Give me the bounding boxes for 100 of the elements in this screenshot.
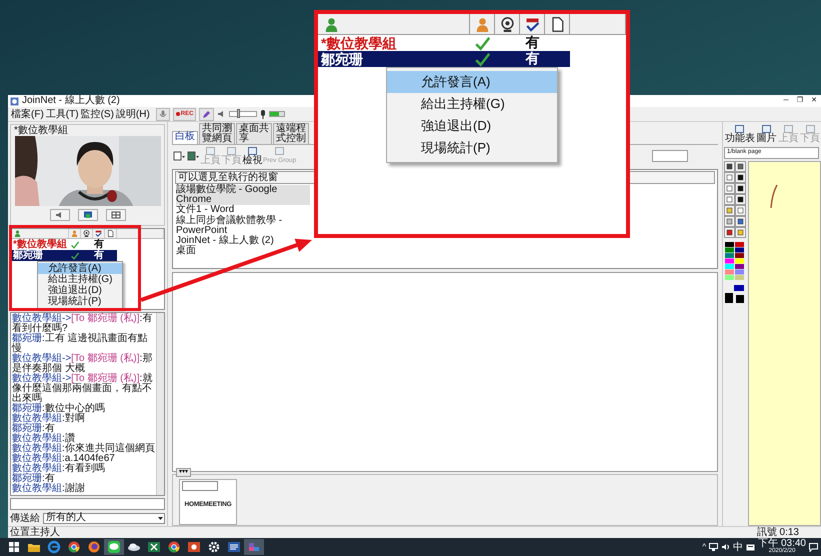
chat-icon[interactable] <box>104 539 124 555</box>
menu-item[interactable]: 允許發言(A) <box>38 263 122 274</box>
user-row[interactable]: *數位教學組 有 <box>318 35 570 51</box>
page-icon <box>173 151 185 161</box>
webcam-icon <box>500 16 514 32</box>
page-icon <box>782 124 794 134</box>
user-icon <box>474 16 490 32</box>
menu-item[interactable]: 現場統計(P) <box>387 137 557 159</box>
poll-icon <box>95 230 102 237</box>
toolbar-button[interactable]: 檢視 <box>242 146 263 166</box>
poll-icon <box>524 16 540 32</box>
page-icon <box>734 124 746 134</box>
list-item[interactable]: 該場數位學院 - Google Chrome <box>176 185 310 206</box>
chat-message: 鄒宛珊:數位中心的嗎 <box>12 404 106 414</box>
list-item[interactable]: 線上同步會議軟體教學 - PowerPoint <box>176 216 310 236</box>
caret-icon <box>157 515 164 521</box>
monitor-icon <box>82 211 92 219</box>
list-item[interactable]: 桌面 <box>176 246 196 256</box>
tab[interactable]: 桌面共享 <box>236 123 272 144</box>
scrollbar[interactable] <box>156 313 164 495</box>
volume-slider[interactable] <box>229 111 258 117</box>
message-input[interactable] <box>10 498 165 510</box>
monitor-button[interactable] <box>78 209 98 221</box>
image-icon <box>187 151 199 161</box>
menu-item[interactable]: 強迫退出(D) <box>387 115 557 137</box>
chat-message: 數位教學組:a.1404fe67 <box>12 454 116 464</box>
image-button[interactable] <box>186 150 200 162</box>
pen-button[interactable] <box>199 108 214 120</box>
pen-stroke <box>769 184 779 210</box>
send-to-label: 傳送給 <box>10 512 40 524</box>
tab[interactable]: 白板 <box>172 131 198 144</box>
microphone-button[interactable] <box>156 108 170 120</box>
drawing-tools-palette[interactable] <box>724 161 746 238</box>
page-icon <box>226 146 237 156</box>
status-text: 位置主持人 <box>10 527 60 538</box>
window-title: JoinNet - 線上人數 (2) <box>22 95 120 107</box>
page-icon <box>247 146 258 156</box>
page-dropdown[interactable] <box>182 481 218 491</box>
tab[interactable]: 遠端程式控制 <box>273 123 309 144</box>
document-icon <box>550 16 564 32</box>
chat-message: 數位教學組->[To 鄒宛珊 (私)]:那是伴奏那個 大概 <box>12 354 154 374</box>
menu-item[interactable]: 強迫退出(D) <box>38 285 122 296</box>
tab[interactable]: 共同瀏覽網頁 <box>199 123 235 144</box>
recipient-dropdown[interactable]: 所有的人 <box>43 512 165 524</box>
toolbar-button[interactable]: 圖片 <box>756 124 778 144</box>
webcam-icon <box>83 230 90 237</box>
status-text: 有 <box>526 35 540 51</box>
color-palette[interactable] <box>724 242 746 281</box>
user-name: 鄒宛珊 <box>320 51 364 67</box>
status-text: 有 <box>94 239 104 250</box>
status-text: 有 <box>94 250 104 261</box>
page-icon <box>761 124 772 134</box>
page-icon <box>804 124 816 134</box>
status-text: 訊號 0:13 <box>756 527 799 538</box>
user-row[interactable]: 鄒宛珊 有 <box>11 250 117 261</box>
user-icon <box>71 230 78 237</box>
speaker-button[interactable] <box>50 209 70 221</box>
tray-chevron[interactable]: ^ <box>702 542 706 552</box>
status-text: 有 <box>526 51 540 67</box>
user-name: *數位教學組 <box>12 239 68 250</box>
chat-message: 數位教學組:你來進共同這個網頁 <box>12 444 155 454</box>
line-width-selector[interactable] <box>724 285 746 305</box>
toolbar-dropdown[interactable] <box>652 150 688 162</box>
microphone-icon <box>158 110 167 118</box>
list-item[interactable]: 文件1 - Word <box>176 205 234 216</box>
chat-message: 鄒宛珊:有 <box>12 474 55 484</box>
menu-item[interactable]: 說明(H) <box>116 108 150 120</box>
user-row[interactable]: 鄒宛珊 有 <box>318 51 570 67</box>
chat-message: 鄒宛珊:有 <box>12 424 55 434</box>
chat-message: 數位教學組:謝謝 <box>12 484 86 494</box>
menu-item[interactable]: 允許發言(A) <box>387 71 557 93</box>
network-icon[interactable] <box>709 543 718 551</box>
menu-item[interactable]: 檔案(F) <box>11 108 44 120</box>
menu-item[interactable]: 給出主持權(G) <box>38 274 122 285</box>
chat-message: 數位教學組:有看到嗎 <box>12 464 106 474</box>
chat-message: 數位教學組:讚 <box>12 434 75 444</box>
chat-message: 鄒宛珊:工有 這邊視訊畫面有點慢 <box>12 334 148 354</box>
grid-button[interactable] <box>106 209 126 221</box>
slider-thumb[interactable] <box>237 109 240 118</box>
page-button[interactable] <box>172 150 186 162</box>
input-method-indicator[interactable]: 中 <box>733 542 744 552</box>
menu-item[interactable]: 監控(S) <box>80 108 114 120</box>
video-title: *數位教學組 <box>14 125 68 136</box>
user-row[interactable]: *數位教學組 有 <box>11 239 117 250</box>
user-name: *數位教學組 <box>320 35 398 51</box>
user-name: 鄒宛珊 <box>12 250 44 261</box>
volume-icon[interactable] <box>721 543 730 551</box>
user-icon <box>324 16 339 32</box>
page-icon <box>205 146 216 156</box>
record-dot-icon <box>176 112 180 116</box>
menu-item[interactable]: 給出主持權(G) <box>387 93 557 115</box>
toolbar-button[interactable]: 功能表 <box>724 124 756 144</box>
page-icon <box>274 146 286 156</box>
microphone-icon <box>260 110 266 118</box>
grid-icon <box>110 211 120 219</box>
notification-icon[interactable] <box>809 542 818 552</box>
menu-item[interactable]: 工具(T) <box>46 108 79 120</box>
keyboard-icon[interactable] <box>746 543 756 551</box>
menu-item[interactable]: 現場統計(P) <box>38 296 122 307</box>
chat-message: 數位教學組->[To 鄒宛珊 (私)]:有看到什麼嗎? <box>12 314 154 334</box>
